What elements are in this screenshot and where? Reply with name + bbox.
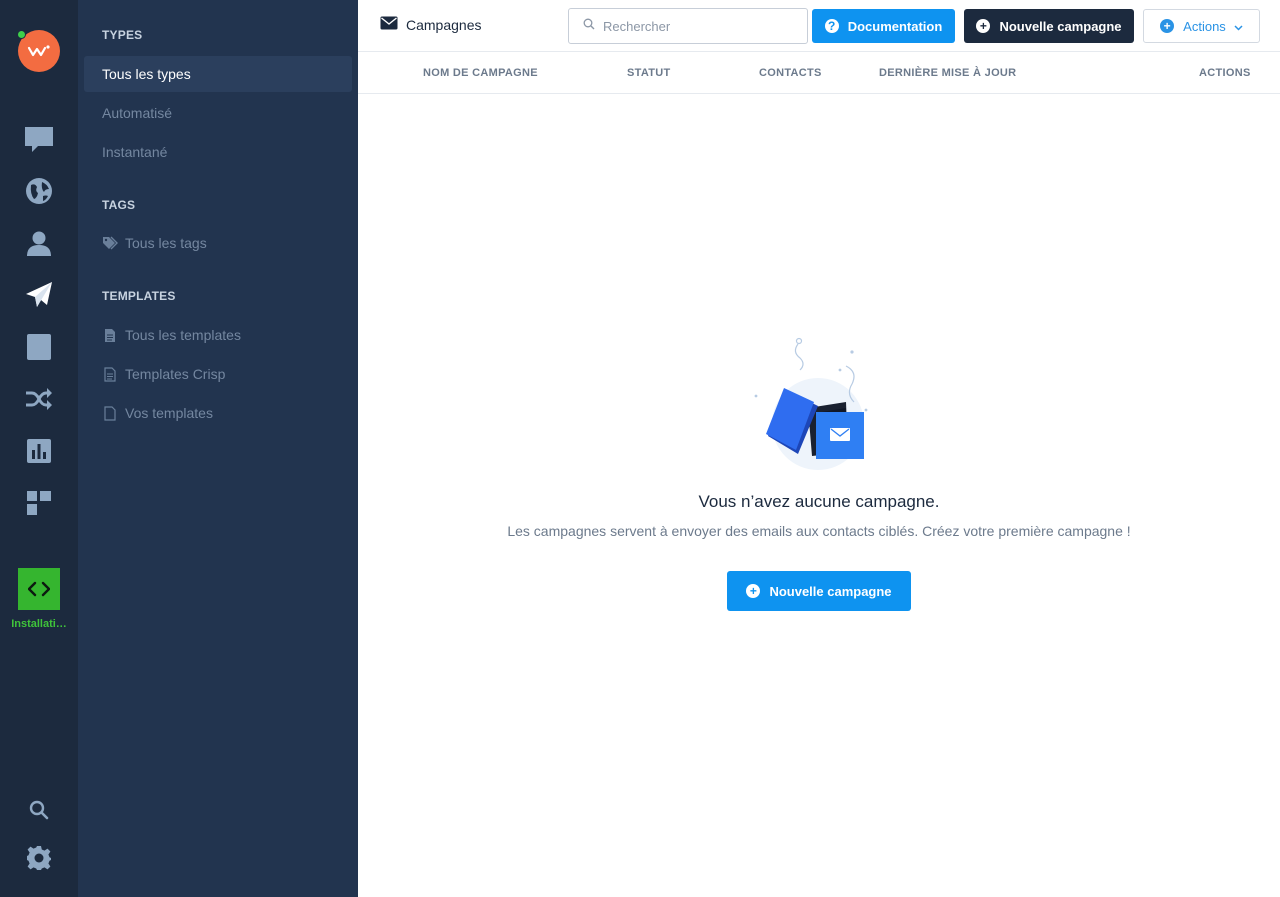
book-icon[interactable] (24, 332, 54, 362)
sidebar-item-all-types[interactable]: Tous les types (84, 56, 352, 92)
chatbox-icon[interactable] (24, 124, 54, 154)
user-icon[interactable] (24, 228, 54, 258)
create-campaign-button-label: Nouvelle campagne (769, 583, 892, 599)
sidebar-item-label: Tous les types (102, 66, 191, 82)
sidebar-item-instant[interactable]: Instantané (84, 134, 352, 170)
column-header-actions: ACTIONS (1199, 67, 1251, 79)
online-status-dot (17, 30, 26, 39)
empty-campaign-illustration (750, 336, 880, 472)
page-title: Campagnes (380, 16, 482, 33)
sidebar-item-label: Templates Crisp (125, 366, 226, 382)
templates-section-title: TEMPLATES (102, 289, 176, 303)
installation-label[interactable]: Installati… (0, 618, 78, 630)
new-campaign-button[interactable]: + Nouvelle campagne (964, 9, 1134, 43)
sidebar-item-label: Instantané (102, 144, 168, 160)
plus-circle-icon: + (746, 584, 761, 598)
page-title-text: Campagnes (406, 16, 482, 33)
search-icon (583, 17, 595, 35)
documentation-button-label: Documentation (847, 18, 943, 34)
tags-section-title: TAGS (102, 198, 136, 212)
create-campaign-button[interactable]: + Nouvelle campagne (727, 571, 911, 611)
top-bar: Campagnes ? Documentation + Nouvelle cam… (358, 0, 1280, 52)
search-icon[interactable] (24, 795, 54, 825)
plus-circle-icon: + (1160, 19, 1175, 33)
column-header-last-update[interactable]: DERNIÈRE MISE À JOUR (879, 67, 1016, 79)
sidebar-item-label: Tous les tags (125, 235, 207, 251)
documentation-button[interactable]: ? Documentation (812, 9, 955, 43)
globe-icon[interactable] (24, 176, 54, 206)
envelope-icon (380, 16, 406, 33)
installation-code-icon[interactable] (18, 568, 60, 610)
document-filled-icon (102, 327, 118, 343)
sidebar-item-all-tags[interactable]: Tous les tags (84, 225, 352, 261)
actions-button[interactable]: + Actions (1143, 9, 1260, 43)
sidebar-item-your-templates[interactable]: Vos templates (84, 395, 352, 431)
paper-plane-icon[interactable] (24, 280, 54, 310)
column-header-name[interactable]: NOM DE CAMPAGNE (423, 67, 538, 79)
table-header: NOM DE CAMPAGNE STATUT CONTACTS DERNIÈRE… (358, 52, 1280, 94)
question-icon: ? (824, 19, 839, 33)
sidebar-item-automated[interactable]: Automatisé (84, 95, 352, 131)
main-content: Campagnes ? Documentation + Nouvelle cam… (358, 0, 1280, 897)
actions-button-label: Actions (1183, 18, 1226, 34)
search-input[interactable] (603, 18, 793, 34)
campaigns-sidebar: TYPES Tous les types Automatisé Instanta… (78, 0, 358, 897)
plugins-icon[interactable] (24, 488, 54, 518)
empty-state-subtitle: Les campagnes servent à envoyer des emai… (507, 523, 1131, 539)
column-header-contacts[interactable]: CONTACTS (759, 67, 822, 79)
chart-icon[interactable] (24, 436, 54, 466)
tags-icon (102, 235, 118, 251)
sidebar-item-label: Tous les templates (125, 327, 241, 343)
search-box[interactable] (568, 8, 808, 44)
icon-rail: Installati… (0, 0, 78, 897)
new-campaign-button-label: Nouvelle campagne (999, 18, 1122, 34)
types-section-title: TYPES (102, 28, 143, 42)
gear-icon[interactable] (24, 843, 54, 873)
column-header-status[interactable]: STATUT (627, 67, 671, 79)
sidebar-item-crisp-templates[interactable]: Templates Crisp (84, 356, 352, 392)
shuffle-icon[interactable] (24, 384, 54, 414)
document-outline-icon (102, 405, 118, 421)
sidebar-item-label: Vos templates (125, 405, 213, 421)
document-lines-icon (102, 366, 118, 382)
sidebar-item-label: Automatisé (102, 105, 173, 121)
empty-state-title: Vous n’avez aucune campagne. (698, 492, 940, 511)
sidebar-item-all-templates[interactable]: Tous les templates (84, 317, 352, 353)
plus-circle-icon: + (976, 19, 991, 33)
chevron-down-icon (1234, 19, 1243, 34)
